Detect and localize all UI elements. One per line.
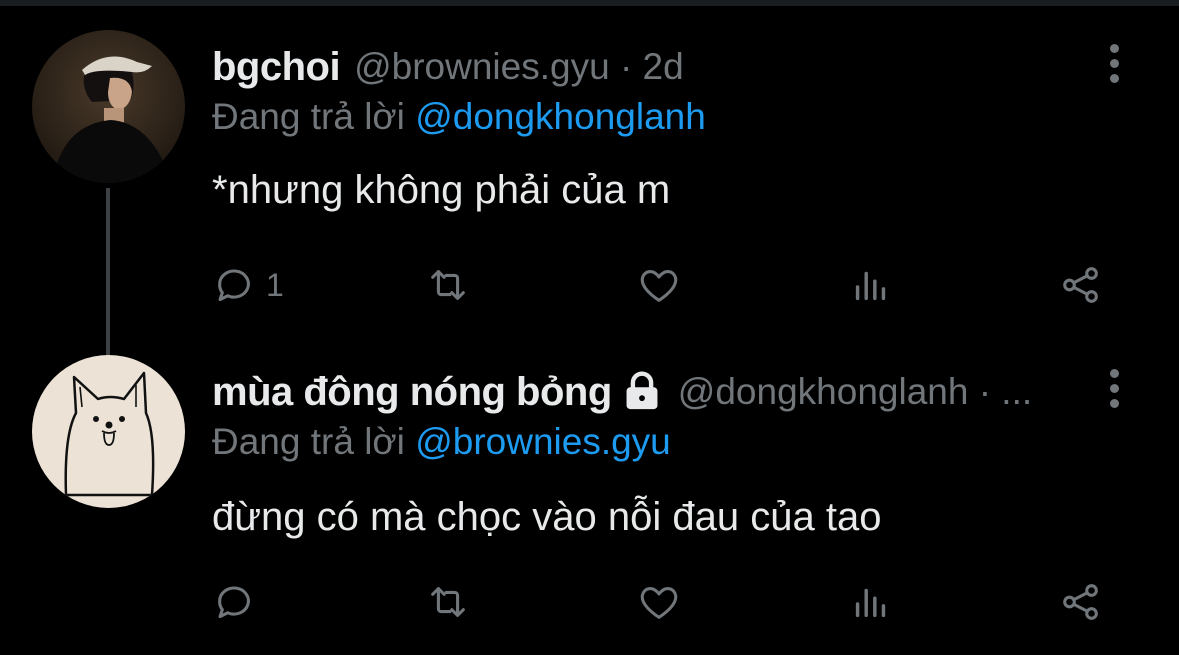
retweet-button[interactable] xyxy=(425,260,471,310)
avatar[interactable] xyxy=(32,355,185,508)
retweet-icon xyxy=(431,270,465,300)
share-button[interactable] xyxy=(1058,577,1104,627)
heart-icon xyxy=(640,270,678,302)
reply-button[interactable] xyxy=(212,577,258,627)
handle-and-time[interactable]: @brownies.gyu · 2d xyxy=(354,46,684,88)
tweet[interactable]: bgchoi @brownies.gyu · 2d Đang trả lời @… xyxy=(0,30,1179,388)
reply-prefix: Đang trả lời xyxy=(212,421,405,462)
share-button[interactable] xyxy=(1058,260,1104,310)
reply-to-link[interactable]: @dongkhonglanh xyxy=(415,96,706,137)
action-bar: 1 xyxy=(0,260,1179,310)
share-icon xyxy=(1063,267,1098,303)
like-button[interactable] xyxy=(636,260,682,310)
reply-icon xyxy=(218,586,250,619)
reply-context: Đang trả lời @brownies.gyu xyxy=(212,421,671,463)
more-vertical-icon[interactable] xyxy=(1105,44,1125,84)
top-divider xyxy=(0,0,1179,6)
tweet-header: bgchoi @brownies.gyu · 2d xyxy=(212,40,684,94)
handle-and-time[interactable]: @dongkhonglanh · ... xyxy=(678,371,1032,413)
stats-icon xyxy=(855,271,886,301)
stats-icon xyxy=(855,588,886,618)
dog-drawing-avatar-icon xyxy=(32,355,185,508)
more-vertical-icon[interactable] xyxy=(1105,369,1125,409)
person-photo-avatar-icon xyxy=(32,30,185,183)
retweet-button[interactable] xyxy=(425,577,471,627)
display-name[interactable]: mùa đông nóng bỏng xyxy=(212,370,612,415)
heart-icon xyxy=(640,587,678,619)
retweet-icon xyxy=(431,587,465,617)
stats-button[interactable] xyxy=(848,260,894,310)
action-bar xyxy=(0,577,1179,627)
lock-icon xyxy=(620,370,664,415)
tweet[interactable]: mùa đông nóng bỏng @dongkhonglanh · ... … xyxy=(0,355,1179,655)
display-name[interactable]: bgchoi xyxy=(212,45,341,90)
share-icon xyxy=(1063,584,1098,620)
reply-count: 1 xyxy=(266,266,284,303)
avatar[interactable] xyxy=(32,30,185,183)
reply-icon xyxy=(218,269,250,302)
tweet-text: *nhưng không phải của m xyxy=(212,168,671,212)
reply-to-link[interactable]: @brownies.gyu xyxy=(415,421,671,462)
like-button[interactable] xyxy=(636,577,682,627)
tweet-text: đừng có mà chọc vào nỗi đau của tao xyxy=(212,495,882,539)
stats-button[interactable] xyxy=(848,577,894,627)
reply-context: Đang trả lời @dongkhonglanh xyxy=(212,96,706,138)
reply-button[interactable]: 1 xyxy=(212,260,284,310)
reply-prefix: Đang trả lời xyxy=(212,96,405,137)
tweet-header: mùa đông nóng bỏng @dongkhonglanh · ... xyxy=(212,365,1032,419)
